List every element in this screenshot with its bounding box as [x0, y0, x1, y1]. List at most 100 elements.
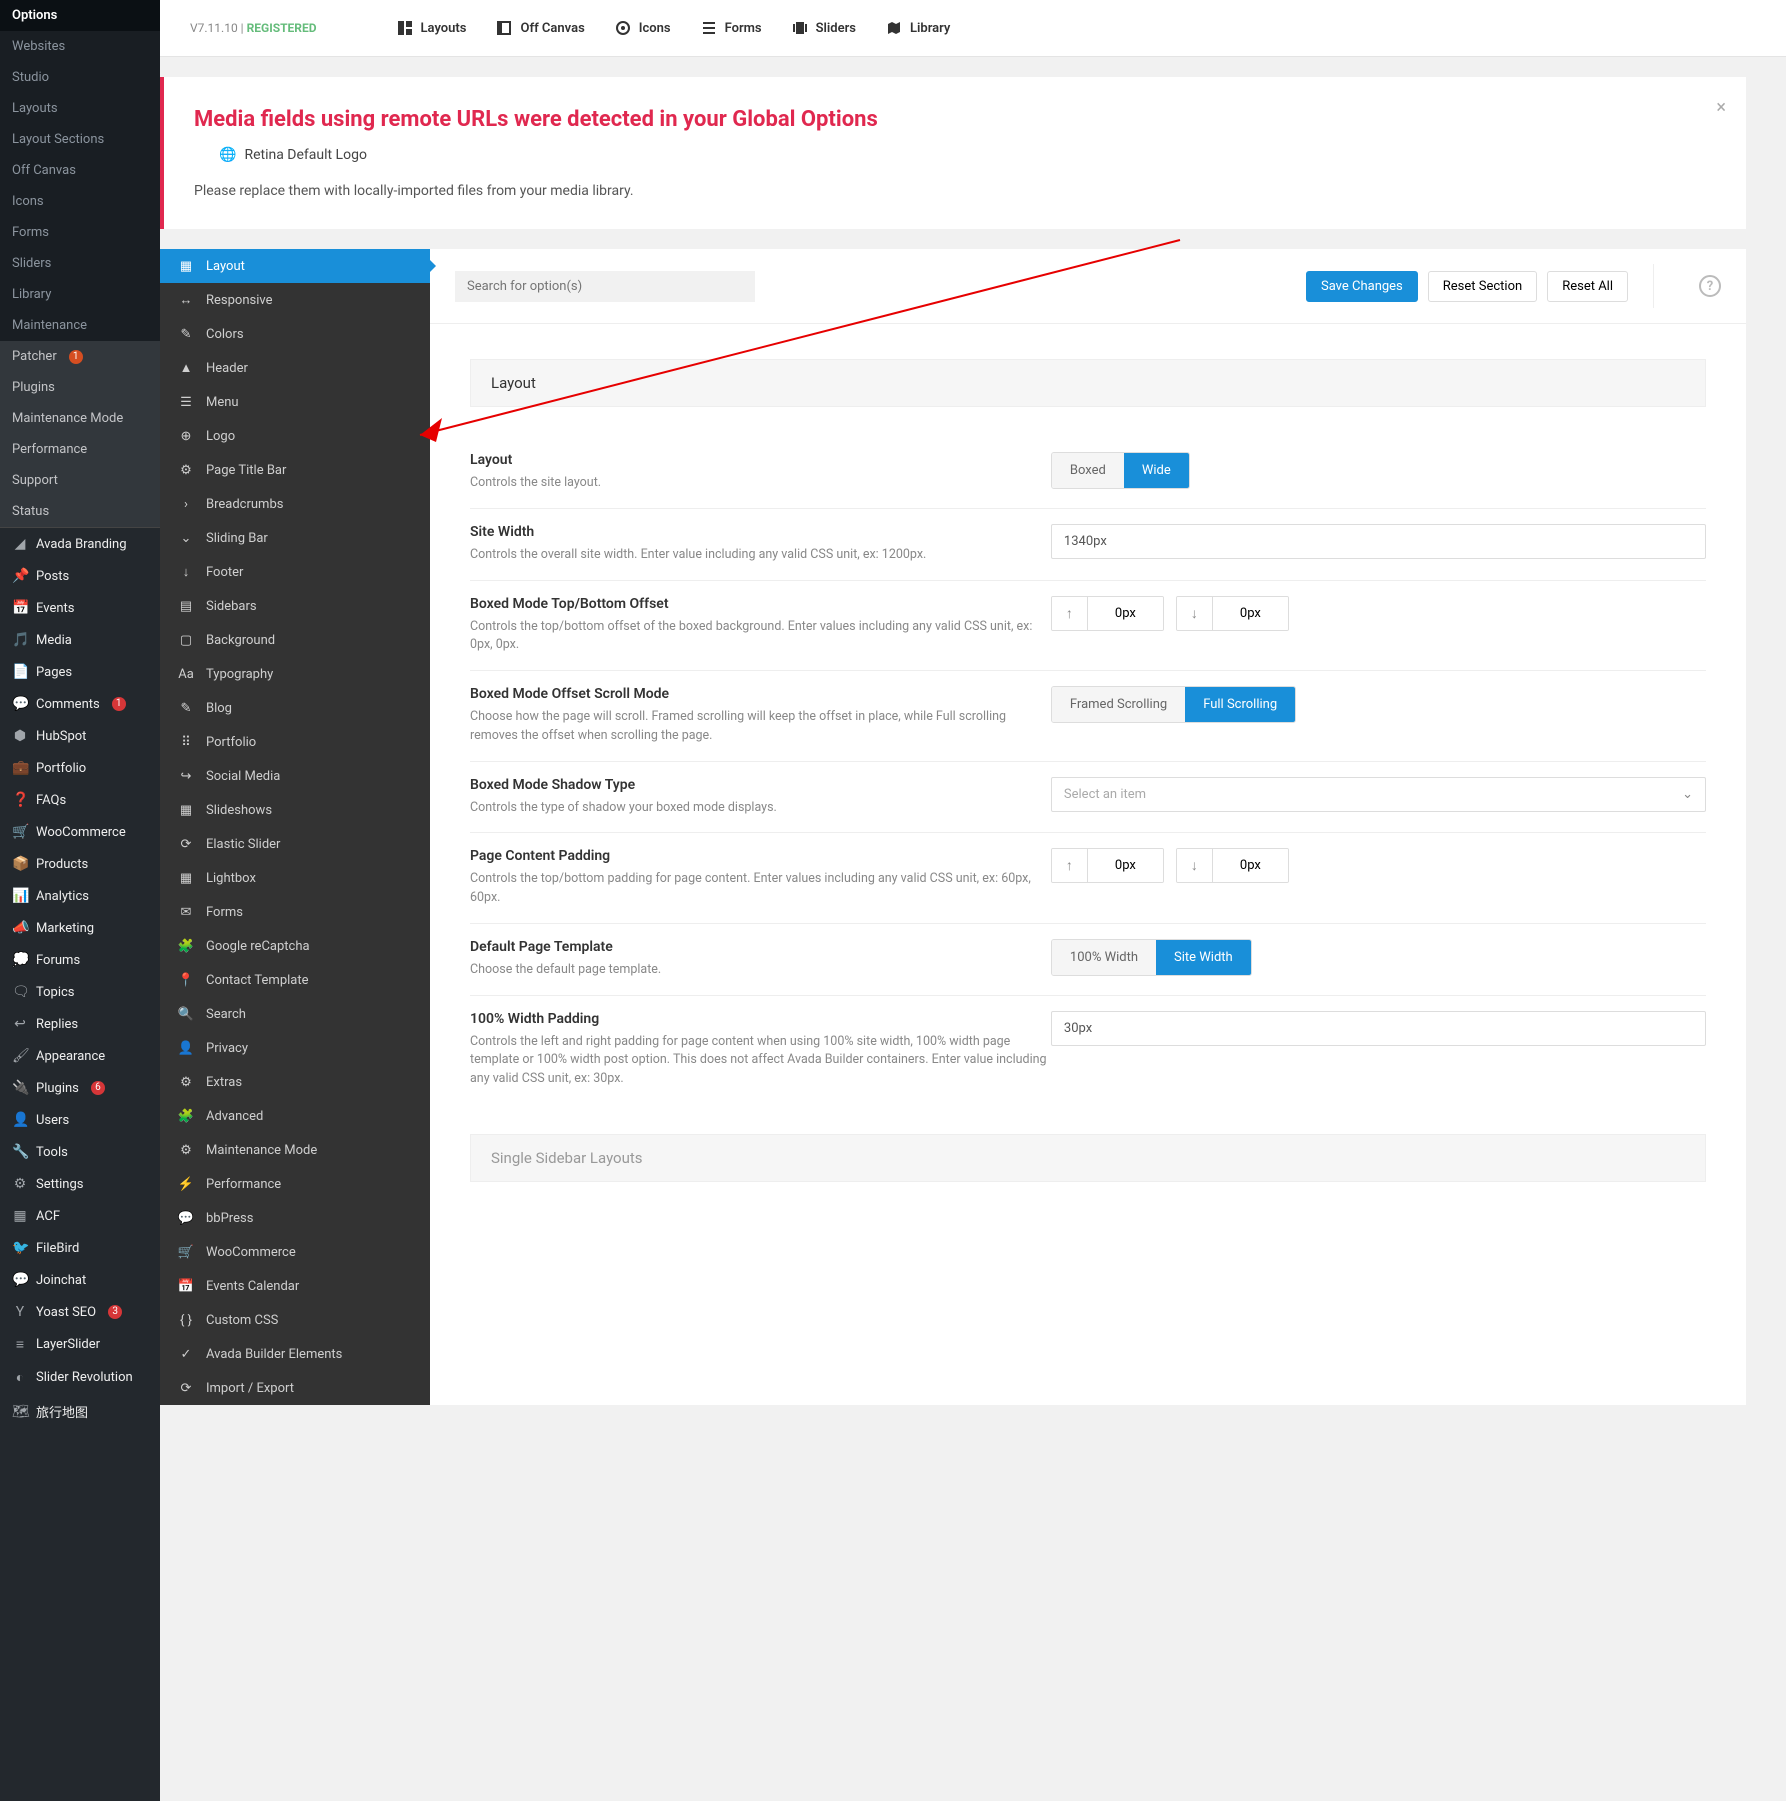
sidebar-item-yoast-seo[interactable]: YYoast SEO3	[0, 1296, 160, 1328]
panel-nav-responsive[interactable]: ↔Responsive	[160, 283, 430, 317]
help-icon[interactable]: ?	[1699, 275, 1721, 297]
panel-nav-performance[interactable]: ⚡Performance	[160, 1167, 430, 1201]
sidebar-item-acf[interactable]: ▦ACF	[0, 1200, 160, 1232]
sidebar-item-appearance[interactable]: 🖌Appearance	[0, 1040, 160, 1072]
sidebar-maintenance-mode[interactable]: Maintenance Mode	[0, 403, 160, 434]
sidebar-item-users[interactable]: 👤Users	[0, 1104, 160, 1136]
shadow-select[interactable]: Select an item	[1051, 777, 1706, 812]
panel-nav-sidebars[interactable]: ▤Sidebars	[160, 589, 430, 623]
sidebar-item-pages[interactable]: 📄Pages	[0, 656, 160, 688]
sidebar-item-旅行地图[interactable]: 🗺旅行地图	[0, 1394, 160, 1429]
sidebar-item-hubspot[interactable]: ⬢HubSpot	[0, 720, 160, 752]
sidebar-item-forums[interactable]: 💭Forums	[0, 944, 160, 976]
panel-nav-contact-template[interactable]: 📍Contact Template	[160, 963, 430, 997]
save-changes-button[interactable]: Save Changes	[1306, 271, 1418, 302]
sidebar-item-plugins[interactable]: 🔌Plugins6	[0, 1072, 160, 1104]
layout-boxed-option[interactable]: Boxed	[1052, 453, 1124, 488]
panel-nav-portfolio[interactable]: ⠿Portfolio	[160, 725, 430, 759]
sidebar-item-media[interactable]: 🎵Media	[0, 624, 160, 656]
sidebar-library[interactable]: Library	[0, 279, 160, 310]
sidebar-item-posts[interactable]: 📌Posts	[0, 560, 160, 592]
sidebar-item-woocommerce[interactable]: 🛒WooCommerce	[0, 816, 160, 848]
panel-nav-colors[interactable]: ✎Colors	[160, 317, 430, 351]
sidebar-item-events[interactable]: 📅Events	[0, 592, 160, 624]
sidebar-item-tools[interactable]: 🔧Tools	[0, 1136, 160, 1168]
sidebar-item-faqs[interactable]: ❓FAQs	[0, 784, 160, 816]
framed-scrolling-option[interactable]: Framed Scrolling	[1052, 687, 1185, 722]
panel-nav-header[interactable]: ▲Header	[160, 351, 430, 385]
panel-nav-breadcrumbs[interactable]: ›Breadcrumbs	[160, 487, 430, 521]
sidebar-item-filebird[interactable]: 🐦FileBird	[0, 1232, 160, 1264]
sidebar-support[interactable]: Support	[0, 465, 160, 496]
sidebar-item-layerslider[interactable]: ≡LayerSlider	[0, 1328, 160, 1361]
panel-nav-typography[interactable]: AaTypography	[160, 657, 430, 691]
panel-nav-avada-builder-elements[interactable]: ✓Avada Builder Elements	[160, 1337, 430, 1371]
panel-nav-sliding-bar[interactable]: ⌄Sliding Bar	[160, 521, 430, 555]
panel-nav-google-recaptcha[interactable]: 🧩Google reCaptcha	[160, 929, 430, 963]
sidebar-forms[interactable]: Forms	[0, 217, 160, 248]
sidebar-item-joinchat[interactable]: 💬Joinchat	[0, 1264, 160, 1296]
content-padding-top-input[interactable]: ↑	[1051, 848, 1164, 883]
sidebar-item-replies[interactable]: ↩Replies	[0, 1008, 160, 1040]
sidebar-layout-sections[interactable]: Layout Sections	[0, 124, 160, 155]
panel-nav-footer[interactable]: ↓Footer	[160, 555, 430, 589]
panel-nav-custom-css[interactable]: { }Custom CSS	[160, 1303, 430, 1337]
panel-nav-layout[interactable]: ▦Layout	[160, 249, 430, 283]
sidebar-item-marketing[interactable]: 📣Marketing	[0, 912, 160, 944]
panel-nav-woocommerce[interactable]: 🛒WooCommerce	[160, 1235, 430, 1269]
sidebar-websites[interactable]: Websites	[0, 31, 160, 62]
panel-nav-social-media[interactable]: ↪Social Media	[160, 759, 430, 793]
sidebar-item-products[interactable]: 📦Products	[0, 848, 160, 880]
panel-nav-slideshows[interactable]: ▦Slideshows	[160, 793, 430, 827]
search-input[interactable]	[455, 271, 755, 302]
full-scrolling-option[interactable]: Full Scrolling	[1185, 687, 1295, 722]
tab-off-canvas[interactable]: Off Canvas	[496, 20, 584, 36]
panel-nav-forms[interactable]: ✉Forms	[160, 895, 430, 929]
sidebar-patcher[interactable]: Patcher1	[0, 341, 160, 372]
sidebar-studio[interactable]: Studio	[0, 62, 160, 93]
content-padding-bottom-input[interactable]: ↓	[1176, 848, 1289, 883]
width-padding-input[interactable]	[1051, 1011, 1706, 1046]
boxed-offset-bottom-input[interactable]: ↓	[1176, 596, 1289, 631]
boxed-offset-top-input[interactable]: ↑	[1051, 596, 1164, 631]
sidebar-plugins-sub[interactable]: Plugins	[0, 372, 160, 403]
panel-nav-search[interactable]: 🔍Search	[160, 997, 430, 1031]
panel-nav-page-title-bar[interactable]: ⚙Page Title Bar	[160, 453, 430, 487]
panel-nav-extras[interactable]: ⚙Extras	[160, 1065, 430, 1099]
sidebar-item-avada-branding[interactable]: ◢Avada Branding	[0, 527, 160, 560]
panel-nav-bbpress[interactable]: 💬bbPress	[160, 1201, 430, 1235]
sidebar-item-settings[interactable]: ⚙Settings	[0, 1168, 160, 1200]
panel-nav-maintenance-mode[interactable]: ⚙Maintenance Mode	[160, 1133, 430, 1167]
tab-icons[interactable]: Icons	[615, 20, 671, 36]
tab-library[interactable]: Library	[886, 20, 950, 36]
sidebar-item-analytics[interactable]: 📊Analytics	[0, 880, 160, 912]
layout-wide-option[interactable]: Wide	[1124, 453, 1189, 488]
sidebar-icons[interactable]: Icons	[0, 186, 160, 217]
site-width-input[interactable]	[1051, 524, 1706, 559]
sidebar-item-comments[interactable]: 💬Comments1	[0, 688, 160, 720]
sidebar-status[interactable]: Status	[0, 496, 160, 527]
sidebar-item-topics[interactable]: 🗨Topics	[0, 976, 160, 1008]
sidebar-performance[interactable]: Performance	[0, 434, 160, 465]
tab-sliders[interactable]: Sliders	[792, 20, 856, 36]
reset-all-button[interactable]: Reset All	[1547, 271, 1628, 302]
tab-layouts[interactable]: Layouts	[397, 20, 467, 36]
panel-nav-import-export[interactable]: ⟳Import / Export	[160, 1371, 430, 1405]
panel-nav-logo[interactable]: ⊕Logo	[160, 419, 430, 453]
alert-close-icon[interactable]: ×	[1716, 97, 1726, 118]
tab-forms[interactable]: Forms	[701, 20, 762, 36]
panel-nav-privacy[interactable]: 👤Privacy	[160, 1031, 430, 1065]
panel-nav-events-calendar[interactable]: 📅Events Calendar	[160, 1269, 430, 1303]
100-width-option[interactable]: 100% Width	[1052, 940, 1156, 975]
sidebar-item-slider-revolution[interactable]: ◐Slider Revolution	[0, 1361, 160, 1394]
site-width-option[interactable]: Site Width	[1156, 940, 1251, 975]
sidebar-maintenance[interactable]: Maintenance	[0, 310, 160, 341]
sidebar-options-heading[interactable]: Options	[0, 0, 160, 31]
sidebar-item-portfolio[interactable]: 💼Portfolio	[0, 752, 160, 784]
panel-nav-lightbox[interactable]: ▦Lightbox	[160, 861, 430, 895]
panel-nav-blog[interactable]: ✎Blog	[160, 691, 430, 725]
panel-nav-background[interactable]: ▢Background	[160, 623, 430, 657]
reset-section-button[interactable]: Reset Section	[1428, 271, 1537, 302]
panel-nav-menu[interactable]: ☰Menu	[160, 385, 430, 419]
sidebar-sliders[interactable]: Sliders	[0, 248, 160, 279]
